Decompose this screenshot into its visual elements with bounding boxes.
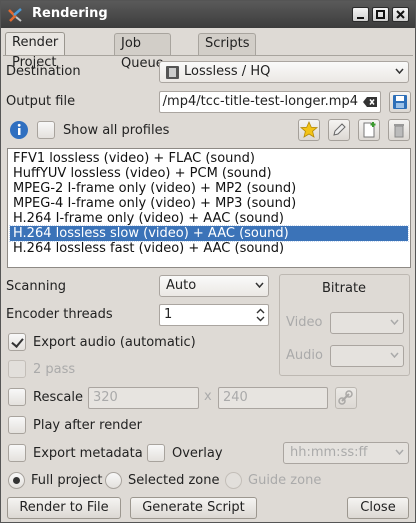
list-item[interactable]: MPEG-2 I-frame only (video) + MP2 (sound… <box>10 181 408 196</box>
rescale-x-label: x <box>204 389 212 404</box>
list-item[interactable]: MPEG-4 I-frame only (video) + MP3 (sound… <box>10 196 408 211</box>
rescale-width-value: 320 <box>93 390 118 405</box>
rescale-height-input[interactable]: 240 <box>218 387 328 409</box>
profile-list[interactable]: FFV1 lossless (video) + FLAC (sound) Huf… <box>7 148 411 268</box>
overlay-label: Overlay <box>172 446 223 461</box>
overlay-checkbox[interactable] <box>147 444 165 462</box>
maximize-button[interactable] <box>372 7 389 22</box>
overlay-select[interactable]: hh:mm:ss:ff <box>283 442 409 464</box>
delete-profile-button[interactable] <box>388 119 410 141</box>
kdenlive-logo-icon <box>8 8 22 22</box>
generate-script-button[interactable]: Generate Script <box>130 497 257 519</box>
minimize-icon <box>357 17 364 19</box>
two-pass-label: 2 pass <box>33 362 76 377</box>
destination-label: Destination <box>6 64 81 79</box>
list-item[interactable]: H.264 I-frame only (video) + AAC (sound) <box>10 211 408 226</box>
render-to-file-button[interactable]: Render to File <box>7 497 121 519</box>
guide-zone-label: Guide zone <box>248 473 322 488</box>
bitrate-title: Bitrate <box>322 281 367 296</box>
clear-text-icon[interactable] <box>362 96 378 108</box>
tab-job-queue[interactable]: Job Queue <box>114 33 171 71</box>
trash-icon <box>394 124 404 138</box>
rescale-label: Rescale <box>33 390 83 405</box>
minimize-button[interactable] <box>352 7 369 22</box>
export-metadata-label: Export metadata <box>33 446 143 461</box>
spin-arrows-icon[interactable] <box>256 308 265 322</box>
window-title: Rendering <box>32 6 108 21</box>
full-project-label: Full project <box>31 473 103 488</box>
selected-zone-radio[interactable] <box>105 472 122 489</box>
output-file-input[interactable]: /mp4/tcc-title-test-longer.mp4 <box>159 91 381 113</box>
scanning-select[interactable]: Auto <box>159 275 269 297</box>
chain-link-icon <box>338 390 353 405</box>
export-audio-checkbox[interactable] <box>8 333 26 351</box>
close-button[interactable]: Close <box>347 497 409 519</box>
full-project-radio[interactable] <box>8 472 25 489</box>
play-after-render-label: Play after render <box>33 418 143 433</box>
scanning-label: Scanning <box>6 279 66 294</box>
bitrate-audio-select[interactable] <box>330 345 404 367</box>
chevron-down-icon <box>255 282 264 289</box>
guide-zone-radio[interactable] <box>225 472 242 489</box>
overlay-value: hh:mm:ss:ff <box>290 445 368 460</box>
rescale-width-input[interactable]: 320 <box>88 387 199 409</box>
show-all-profiles-checkbox[interactable] <box>37 121 55 139</box>
bitrate-audio-label: Audio <box>286 348 323 363</box>
list-item[interactable]: H.264 lossless fast (video) + AAC (sound… <box>10 241 408 256</box>
chevron-down-icon <box>390 352 399 359</box>
chevron-down-icon <box>395 449 404 456</box>
new-document-icon <box>363 122 376 138</box>
encoder-threads-value: 1 <box>164 307 173 322</box>
tab-scripts[interactable]: Scripts <box>198 33 257 55</box>
rescale-height-value: 240 <box>223 390 248 405</box>
destination-value: Lossless / HQ <box>184 64 271 79</box>
list-item[interactable]: HuffYUV lossless (video) + PCM (sound) <box>10 166 408 181</box>
rendering-window: Rendering Render Project Job Queue Scrip… <box>0 0 416 523</box>
output-file-value: /mp4/tcc-title-test-longer.mp4 <box>162 94 358 109</box>
close-icon <box>396 10 405 19</box>
star-icon <box>299 120 319 138</box>
save-output-button[interactable] <box>389 91 411 113</box>
list-item[interactable]: FFV1 lossless (video) + FLAC (sound) <box>10 151 408 166</box>
output-file-label: Output file <box>6 94 76 109</box>
export-audio-label: Export audio (automatic) <box>33 335 196 350</box>
scanning-value: Auto <box>166 278 197 293</box>
title-bar[interactable]: Rendering <box>1 1 415 28</box>
close-window-button[interactable] <box>392 7 409 22</box>
play-after-render-checkbox[interactable] <box>8 416 26 434</box>
bitrate-video-label: Video <box>286 315 323 330</box>
selected-zone-label: Selected zone <box>128 473 220 488</box>
tab-render-project[interactable]: Render Project <box>5 32 66 70</box>
show-all-profiles-label: Show all profiles <box>63 123 170 138</box>
two-pass-checkbox[interactable] <box>8 360 26 378</box>
info-icon[interactable] <box>9 120 29 140</box>
film-icon <box>166 66 179 79</box>
rescale-checkbox[interactable] <box>8 388 26 406</box>
encoder-threads-spinbox[interactable]: 1 <box>159 304 269 326</box>
export-metadata-checkbox[interactable] <box>8 444 26 462</box>
edit-profile-button[interactable] <box>328 119 350 141</box>
chevron-down-icon <box>390 319 399 326</box>
encoder-threads-label: Encoder threads <box>6 307 113 322</box>
aspect-lock-button[interactable] <box>335 387 357 409</box>
new-profile-button[interactable] <box>358 119 380 141</box>
save-icon <box>393 95 407 109</box>
maximize-icon <box>376 10 385 19</box>
chevron-down-icon <box>395 68 404 75</box>
pencil-icon <box>333 123 346 136</box>
destination-select[interactable]: Lossless / HQ <box>159 61 409 83</box>
favorite-profile-button[interactable] <box>298 119 320 141</box>
bitrate-video-select[interactable] <box>330 312 404 334</box>
list-item-selected[interactable]: H.264 lossless slow (video) + AAC (sound… <box>9 225 409 242</box>
bitrate-group: Bitrate Video Audio <box>279 274 410 376</box>
